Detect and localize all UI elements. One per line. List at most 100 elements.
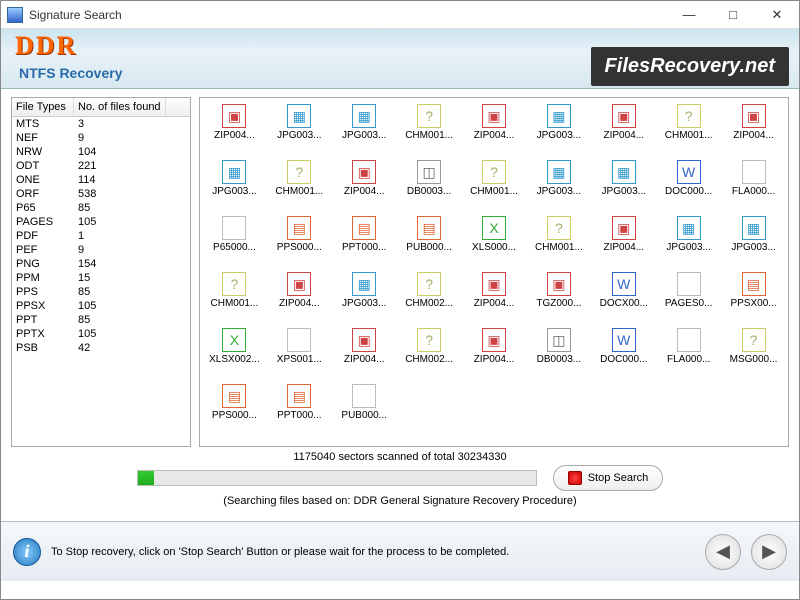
file-icon: ◫ xyxy=(547,328,571,352)
cell-type: MTS xyxy=(16,118,78,130)
file-icon: ◫ xyxy=(417,160,441,184)
file-item[interactable]: ?CHM001... xyxy=(267,158,332,212)
file-item[interactable]: ▣ZIP004... xyxy=(462,326,527,380)
file-label: JPG003... xyxy=(666,242,710,253)
table-row[interactable]: PPM15 xyxy=(12,271,190,285)
file-item[interactable]: ▣ZIP004... xyxy=(332,158,397,212)
maximize-button[interactable]: □ xyxy=(711,1,755,29)
file-item[interactable]: ▦JPG003... xyxy=(332,102,397,156)
file-item[interactable]: ▣ZIP004... xyxy=(591,102,656,156)
file-icon: ▣ xyxy=(287,272,311,296)
progress-fill xyxy=(138,471,154,485)
file-item[interactable]: WDOC000... xyxy=(591,326,656,380)
cell-count: 85 xyxy=(78,286,90,298)
file-item[interactable]: ▣ZIP004... xyxy=(462,270,527,324)
file-icon: ▤ xyxy=(352,216,376,240)
file-label: PPS000... xyxy=(277,242,322,253)
col-file-types[interactable]: File Types xyxy=(12,98,74,116)
file-item[interactable]: ◫DB0003... xyxy=(397,158,462,212)
file-item[interactable]: FLA000... xyxy=(656,326,721,380)
table-row[interactable]: PPS85 xyxy=(12,285,190,299)
file-item[interactable]: ▦JPG003... xyxy=(267,102,332,156)
file-item[interactable]: WDOC000... xyxy=(656,158,721,212)
file-item[interactable]: ▦JPG003... xyxy=(721,214,786,268)
table-row[interactable]: PPSX105 xyxy=(12,299,190,313)
file-item[interactable]: WDOCX00... xyxy=(591,270,656,324)
file-label: MSG000... xyxy=(730,354,778,365)
table-row[interactable]: PDF1 xyxy=(12,229,190,243)
file-item[interactable]: ▦JPG003... xyxy=(591,158,656,212)
back-button[interactable]: ◀ xyxy=(705,534,741,570)
file-item[interactable]: PAGES0... xyxy=(656,270,721,324)
file-item[interactable]: ▤PPSX00... xyxy=(721,270,786,324)
file-item[interactable]: XPS001... xyxy=(267,326,332,380)
file-item[interactable]: PUB000... xyxy=(332,382,397,436)
file-item[interactable]: P65000... xyxy=(202,214,267,268)
file-item[interactable]: ▤PPT000... xyxy=(267,382,332,436)
file-types-body[interactable]: MTS3NEF9NRW104ODT221ONE114ORF538P6585PAG… xyxy=(12,117,190,446)
file-item[interactable]: ▤PPS000... xyxy=(267,214,332,268)
col-file-count[interactable]: No. of files found xyxy=(74,98,166,116)
file-icon xyxy=(742,160,766,184)
files-grid-panel[interactable]: ▣ZIP004...▦JPG003...▦JPG003...?CHM001...… xyxy=(199,97,789,447)
file-label: CHM001... xyxy=(535,242,583,253)
file-item[interactable]: ?CHM001... xyxy=(397,102,462,156)
cell-count: 154 xyxy=(78,258,96,270)
table-row[interactable]: PSB42 xyxy=(12,341,190,355)
file-item[interactable]: ▣ZIP004... xyxy=(202,102,267,156)
file-item[interactable]: ▣ZIP004... xyxy=(721,102,786,156)
table-row[interactable]: ODT221 xyxy=(12,159,190,173)
file-label: JPG003... xyxy=(342,298,386,309)
table-row[interactable]: ORF538 xyxy=(12,187,190,201)
file-item[interactable]: ?CHM001... xyxy=(202,270,267,324)
minimize-button[interactable]: — xyxy=(667,1,711,29)
file-item[interactable]: ?CHM002... xyxy=(397,326,462,380)
file-item[interactable]: ▦JPG003... xyxy=(202,158,267,212)
table-row[interactable]: P6585 xyxy=(12,201,190,215)
table-row[interactable]: ONE114 xyxy=(12,173,190,187)
cell-count: 104 xyxy=(78,146,96,158)
table-row[interactable]: PEF9 xyxy=(12,243,190,257)
table-row[interactable]: PAGES105 xyxy=(12,215,190,229)
table-row[interactable]: PPT85 xyxy=(12,313,190,327)
file-item[interactable]: ▦JPG003... xyxy=(526,158,591,212)
file-item[interactable]: ▣TGZ000... xyxy=(526,270,591,324)
table-row[interactable]: MTS3 xyxy=(12,117,190,131)
next-button[interactable]: ▶ xyxy=(751,534,787,570)
table-row[interactable]: NRW104 xyxy=(12,145,190,159)
file-item[interactable]: ▣ZIP004... xyxy=(462,102,527,156)
file-item[interactable]: ?CHM001... xyxy=(656,102,721,156)
file-item[interactable]: ▦JPG003... xyxy=(656,214,721,268)
footer: i To Stop recovery, click on 'Stop Searc… xyxy=(1,521,799,581)
file-item[interactable]: ?CHM001... xyxy=(462,158,527,212)
file-item[interactable]: ▦JPG003... xyxy=(526,102,591,156)
file-icon: ▤ xyxy=(287,384,311,408)
file-item[interactable]: ▦JPG003... xyxy=(332,270,397,324)
file-item[interactable]: ▤PPS000... xyxy=(202,382,267,436)
file-types-table: File Types No. of files found MTS3NEF9NR… xyxy=(11,97,191,447)
file-item[interactable]: ▤PUB000... xyxy=(397,214,462,268)
file-item[interactable]: ?CHM001... xyxy=(526,214,591,268)
file-item[interactable]: XXLSX002... xyxy=(202,326,267,380)
file-label: ZIP004... xyxy=(214,130,255,141)
file-item[interactable]: FLA000... xyxy=(721,158,786,212)
cell-type: PPT xyxy=(16,314,78,326)
file-item[interactable]: XXLS000... xyxy=(462,214,527,268)
file-icon xyxy=(677,328,701,352)
file-label: XLSX002... xyxy=(209,354,260,365)
file-item[interactable]: ▣ZIP004... xyxy=(267,270,332,324)
file-item[interactable]: ▤PPT000... xyxy=(332,214,397,268)
file-item[interactable]: ?CHM002... xyxy=(397,270,462,324)
file-item[interactable]: ▣ZIP004... xyxy=(332,326,397,380)
file-label: CHM001... xyxy=(470,186,518,197)
file-item[interactable]: ▣ZIP004... xyxy=(591,214,656,268)
file-item[interactable]: ?MSG000... xyxy=(721,326,786,380)
file-label: ZIP004... xyxy=(344,354,385,365)
file-item[interactable]: ◫DB0003... xyxy=(526,326,591,380)
stop-search-button[interactable]: Stop Search xyxy=(553,465,664,491)
file-icon: ▣ xyxy=(482,104,506,128)
table-row[interactable]: PNG154 xyxy=(12,257,190,271)
table-row[interactable]: PPTX105 xyxy=(12,327,190,341)
table-row[interactable]: NEF9 xyxy=(12,131,190,145)
close-button[interactable]: ✕ xyxy=(755,1,799,29)
